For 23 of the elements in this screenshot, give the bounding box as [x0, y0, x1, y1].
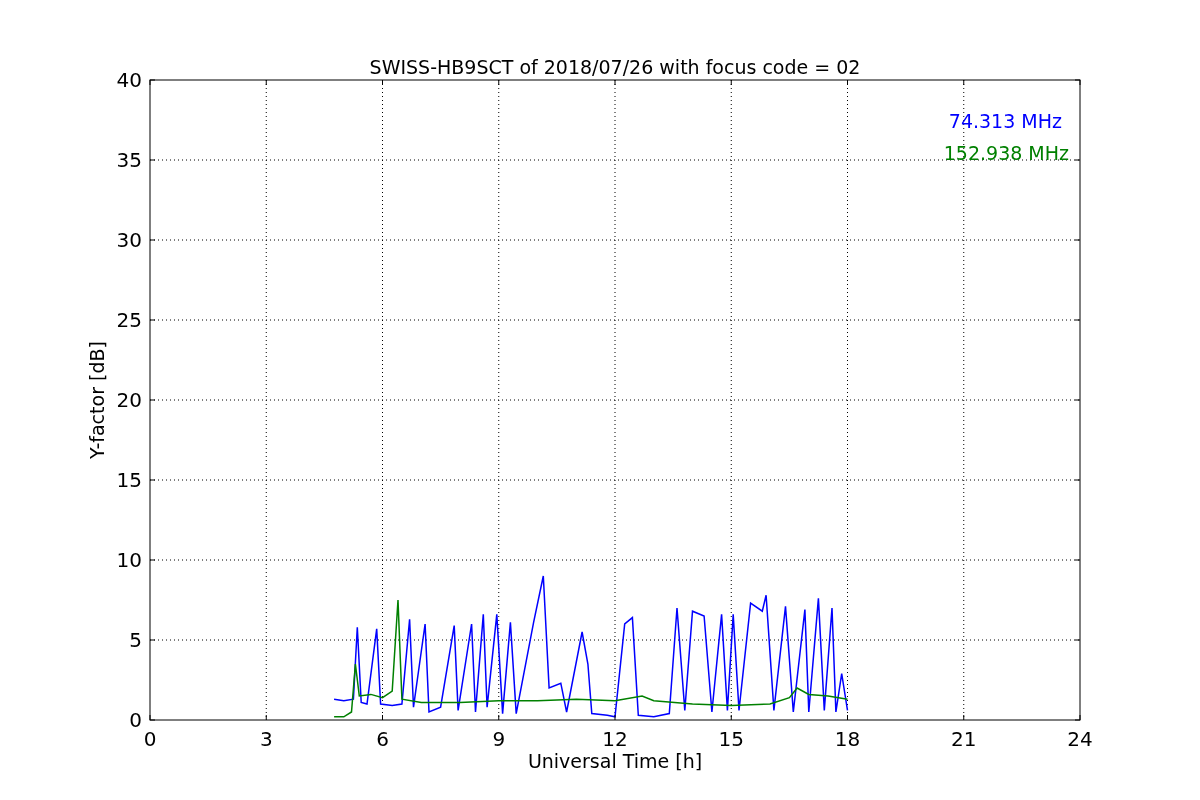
legend-label: 74.313 MHz — [948, 110, 1062, 132]
y-axis-label: Y-factor [dB] — [86, 341, 108, 459]
x-tick-label: 6 — [376, 727, 389, 751]
y-tick-label: 20 — [116, 388, 142, 412]
y-tick-label: 10 — [116, 548, 142, 572]
x-tick-label: 24 — [1067, 727, 1093, 751]
y-tick-label: 40 — [116, 68, 142, 92]
chart-title: SWISS-HB9SCT of 2018/07/26 with focus code = 02 — [369, 56, 861, 78]
x-tick-label: 15 — [718, 727, 744, 751]
y-tick-label: 30 — [116, 228, 142, 252]
y-tick-label: 0 — [129, 708, 142, 732]
x-tick-label: 12 — [602, 727, 628, 751]
y-tick-label: 15 — [116, 468, 142, 492]
y-tick-label: 5 — [129, 628, 142, 652]
x-tick-label: 3 — [259, 727, 273, 751]
x-tick-label: 9 — [492, 727, 506, 751]
x-tick-label: 18 — [834, 727, 861, 751]
legend-label: 152.938 MHz — [943, 142, 1069, 164]
x-tick-label: 21 — [951, 727, 977, 751]
y-tick-label: 25 — [116, 308, 142, 332]
x-axis-label: Universal Time [h] — [527, 750, 703, 772]
y-tick-label: 35 — [116, 148, 142, 172]
x-tick-label: 0 — [143, 727, 157, 751]
